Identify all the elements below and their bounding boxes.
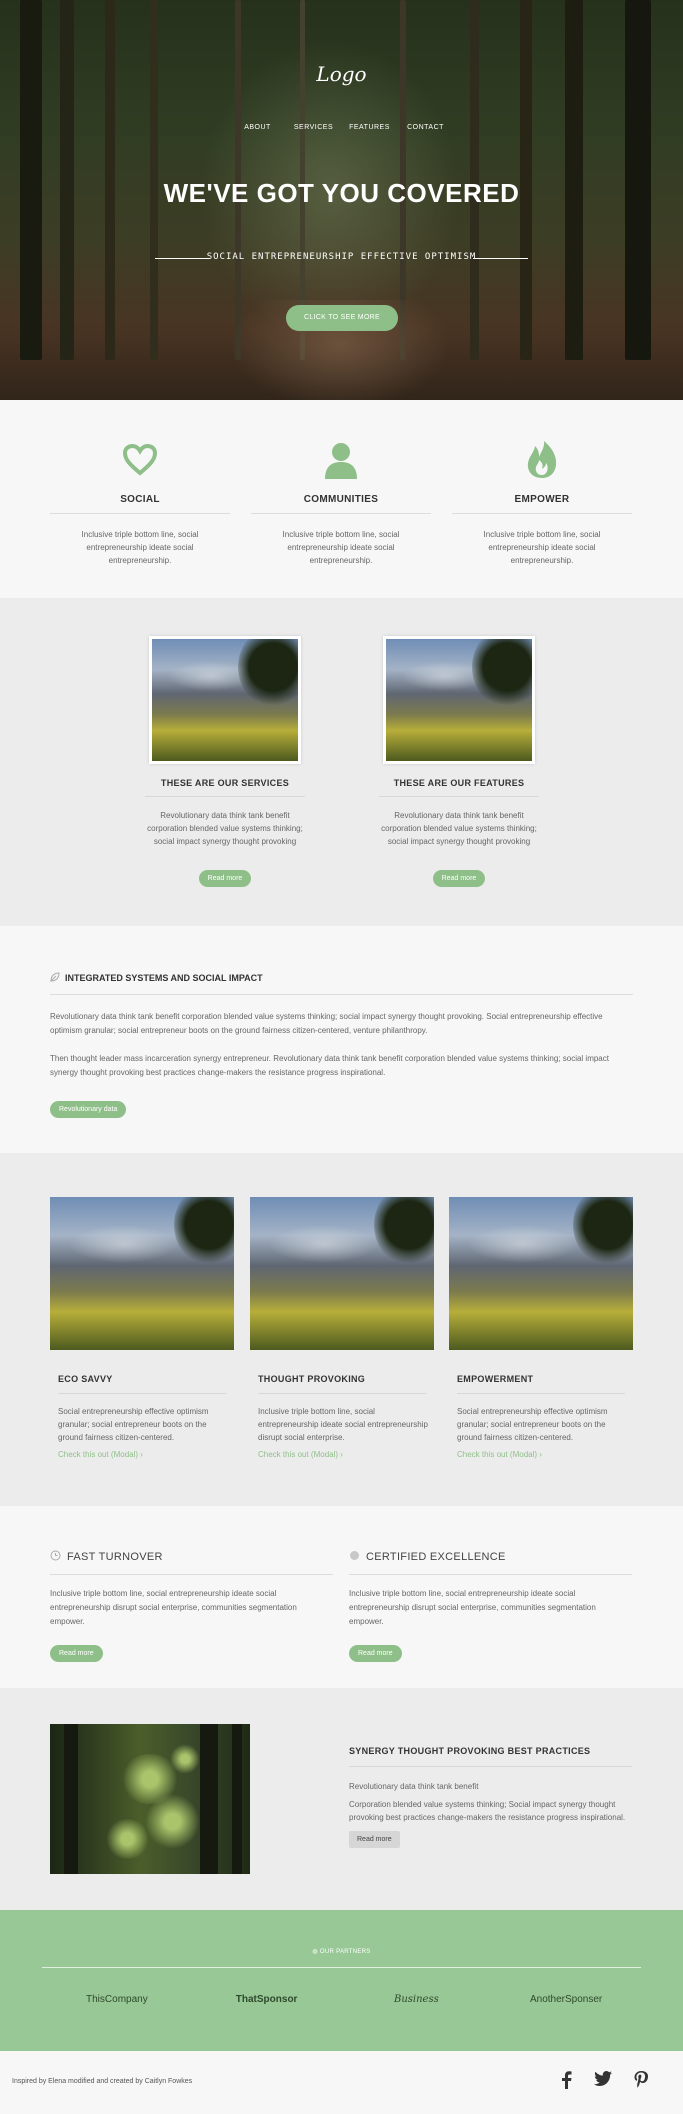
hero-cta-button[interactable]: CLICK TO SEE MORE <box>286 305 398 331</box>
partners-list: ThisCompany ThatSponsor Business Another… <box>42 1994 641 2005</box>
clock-icon <box>50 1550 61 1564</box>
service-image <box>149 636 301 764</box>
social-links <box>560 2071 648 2091</box>
highlight-text: Social entrepreneurship effective optimi… <box>58 1407 209 1442</box>
facebook-icon[interactable] <box>560 2071 572 2091</box>
badge-icon <box>349 1550 360 1564</box>
hero-divider-right <box>473 258 528 259</box>
partners-section: ◍ OUR PARTNERS ThisCompany ThatSponsor B… <box>0 1910 683 2051</box>
integrated-paragraph-2: Then thought leader mass incarceration s… <box>50 1054 609 1077</box>
highlight-image[interactable] <box>449 1197 633 1350</box>
partner-logo: ThatSponsor <box>235 1994 298 2005</box>
benefit-title: FAST TURNOVER <box>67 1551 163 1563</box>
feature-text: Inclusive triple bottom line, social ent… <box>483 530 601 565</box>
nav-about[interactable]: ABOUT <box>230 124 286 131</box>
feature-title: EMPOWER <box>514 494 570 505</box>
service-title: THESE ARE OUR SERVICES <box>160 778 290 788</box>
integrated-heading: INTEGRATED SYSTEMS AND SOCIAL IMPACT <box>50 972 263 984</box>
logo[interactable]: Logo <box>0 62 683 86</box>
feature-text: Inclusive triple bottom line, social ent… <box>81 530 199 565</box>
page: Logo ABOUT SERVICES FEATURES CONTACT WE'… <box>0 0 683 2114</box>
feature-empower: EMPOWER Inclusive triple bottom line, so… <box>452 440 632 567</box>
handshake-icon: ◍ <box>312 1949 318 1955</box>
chevron-right-icon: › <box>340 1450 343 1459</box>
feature-card: THESE ARE OUR FEATURES Revolutionary dat… <box>379 636 539 887</box>
feature-image <box>383 636 535 764</box>
hero-title: WE'VE GOT YOU COVERED <box>163 178 520 208</box>
synergy-section: SYNERGY THOUGHT PROVOKING BEST PRACTICES… <box>0 1688 683 1910</box>
benefit-text: Inclusive triple bottom line, social ent… <box>349 1589 596 1626</box>
flame-icon <box>452 440 632 480</box>
read-more-button[interactable]: Read more <box>198 870 252 887</box>
footer: Inspired by Elena modified and created b… <box>0 2051 683 2114</box>
feature-title: SOCIAL <box>120 494 160 505</box>
benefit-fast-turnover: FAST TURNOVER Inclusive triple bottom li… <box>50 1550 333 1662</box>
main-nav: ABOUT SERVICES FEATURES CONTACT <box>0 124 683 131</box>
benefits-section: FAST TURNOVER Inclusive triple bottom li… <box>0 1506 683 1688</box>
highlight-card: ECO SAVVY Social entrepreneurship effect… <box>50 1197 234 1459</box>
integrated-title: INTEGRATED SYSTEMS AND SOCIAL IMPACT <box>65 973 263 983</box>
feature-title: COMMUNITIES <box>303 494 379 505</box>
nav-services[interactable]: SERVICES <box>286 124 342 131</box>
highlight-card: EMPOWERMENT Social entrepreneurship effe… <box>449 1197 633 1459</box>
synergy-read-more-button[interactable]: Read more <box>349 1831 400 1848</box>
benefit-certified-excellence: CERTIFIED EXCELLENCE Inclusive triple bo… <box>349 1550 632 1662</box>
partner-logo: AnotherSponser <box>529 1994 603 2005</box>
partner-logo: Business <box>394 1994 439 2005</box>
service-text: Revolutionary data think tank benefit co… <box>147 811 303 846</box>
synergy-text: Corporation blended value systems thinki… <box>349 1800 626 1822</box>
revolutionary-data-button[interactable]: Revolutionary data <box>50 1101 127 1118</box>
highlight-text: Inclusive triple bottom line, social ent… <box>258 1407 428 1442</box>
highlight-card: THOUGHT PROVOKING Inclusive triple botto… <box>250 1197 434 1459</box>
twitter-icon[interactable] <box>594 2071 612 2091</box>
partner-logo: ThisCompany <box>86 1994 148 2005</box>
feature-social: SOCIAL Inclusive triple bottom line, soc… <box>50 440 230 567</box>
highlight-image[interactable] <box>50 1197 234 1350</box>
synergy-title: SYNERGY THOUGHT PROVOKING BEST PRACTICES <box>349 1746 591 1756</box>
synergy-lead: Revolutionary data think tank benefit <box>349 1782 479 1791</box>
feature-card-title: THESE ARE OUR FEATURES <box>393 778 525 788</box>
forest-image <box>50 1724 250 1874</box>
heart-icon <box>50 440 230 480</box>
integrated-section: INTEGRATED SYSTEMS AND SOCIAL IMPACT Rev… <box>0 926 683 1153</box>
chevron-right-icon: › <box>539 1450 542 1459</box>
footer-credit: Inspired by Elena modified and created b… <box>12 2078 193 2085</box>
services-section: THESE ARE OUR SERVICES Revolutionary dat… <box>0 598 683 926</box>
nav-features[interactable]: FEATURES <box>342 124 398 131</box>
benefit-title: CERTIFIED EXCELLENCE <box>366 1551 506 1563</box>
nav-contact[interactable]: CONTACT <box>398 124 454 131</box>
person-icon <box>251 440 431 480</box>
feature-communities: COMMUNITIES Inclusive triple bottom line… <box>251 440 431 567</box>
integrated-paragraph-1: Revolutionary data think tank benefit co… <box>50 1012 603 1035</box>
partners-label: ◍ OUR PARTNERS <box>312 1949 371 1955</box>
highlight-title: ECO SAVVY <box>58 1374 113 1384</box>
check-this-out-link[interactable]: Check this out (Modal) › <box>58 1450 234 1459</box>
highlights-section: ECO SAVVY Social entrepreneurship effect… <box>0 1153 683 1506</box>
features-section: SOCIAL Inclusive triple bottom line, soc… <box>0 400 683 598</box>
chevron-right-icon: › <box>140 1450 143 1459</box>
feature-card-text: Revolutionary data think tank benefit co… <box>381 811 537 846</box>
hero-section: Logo ABOUT SERVICES FEATURES CONTACT WE'… <box>0 0 683 400</box>
read-more-button[interactable]: Read more <box>432 870 486 887</box>
check-this-out-link[interactable]: Check this out (Modal) › <box>457 1450 633 1459</box>
highlight-title: THOUGHT PROVOKING <box>258 1374 366 1384</box>
pinterest-icon[interactable] <box>634 2071 648 2091</box>
hero-subtitle: SOCIAL ENTREPRENEURSHIP EFFECTIVE OPTIMI… <box>206 252 477 262</box>
read-more-button[interactable]: Read more <box>349 1645 402 1662</box>
benefit-text: Inclusive triple bottom line, social ent… <box>50 1589 297 1626</box>
check-this-out-link[interactable]: Check this out (Modal) › <box>258 1450 434 1459</box>
read-more-button[interactable]: Read more <box>50 1645 103 1662</box>
feature-text: Inclusive triple bottom line, social ent… <box>282 530 400 565</box>
leaf-icon <box>50 972 60 984</box>
highlight-image[interactable] <box>250 1197 434 1350</box>
service-card: THESE ARE OUR SERVICES Revolutionary dat… <box>145 636 305 887</box>
highlight-text: Social entrepreneurship effective optimi… <box>457 1407 608 1442</box>
highlight-title: EMPOWERMENT <box>457 1374 534 1384</box>
